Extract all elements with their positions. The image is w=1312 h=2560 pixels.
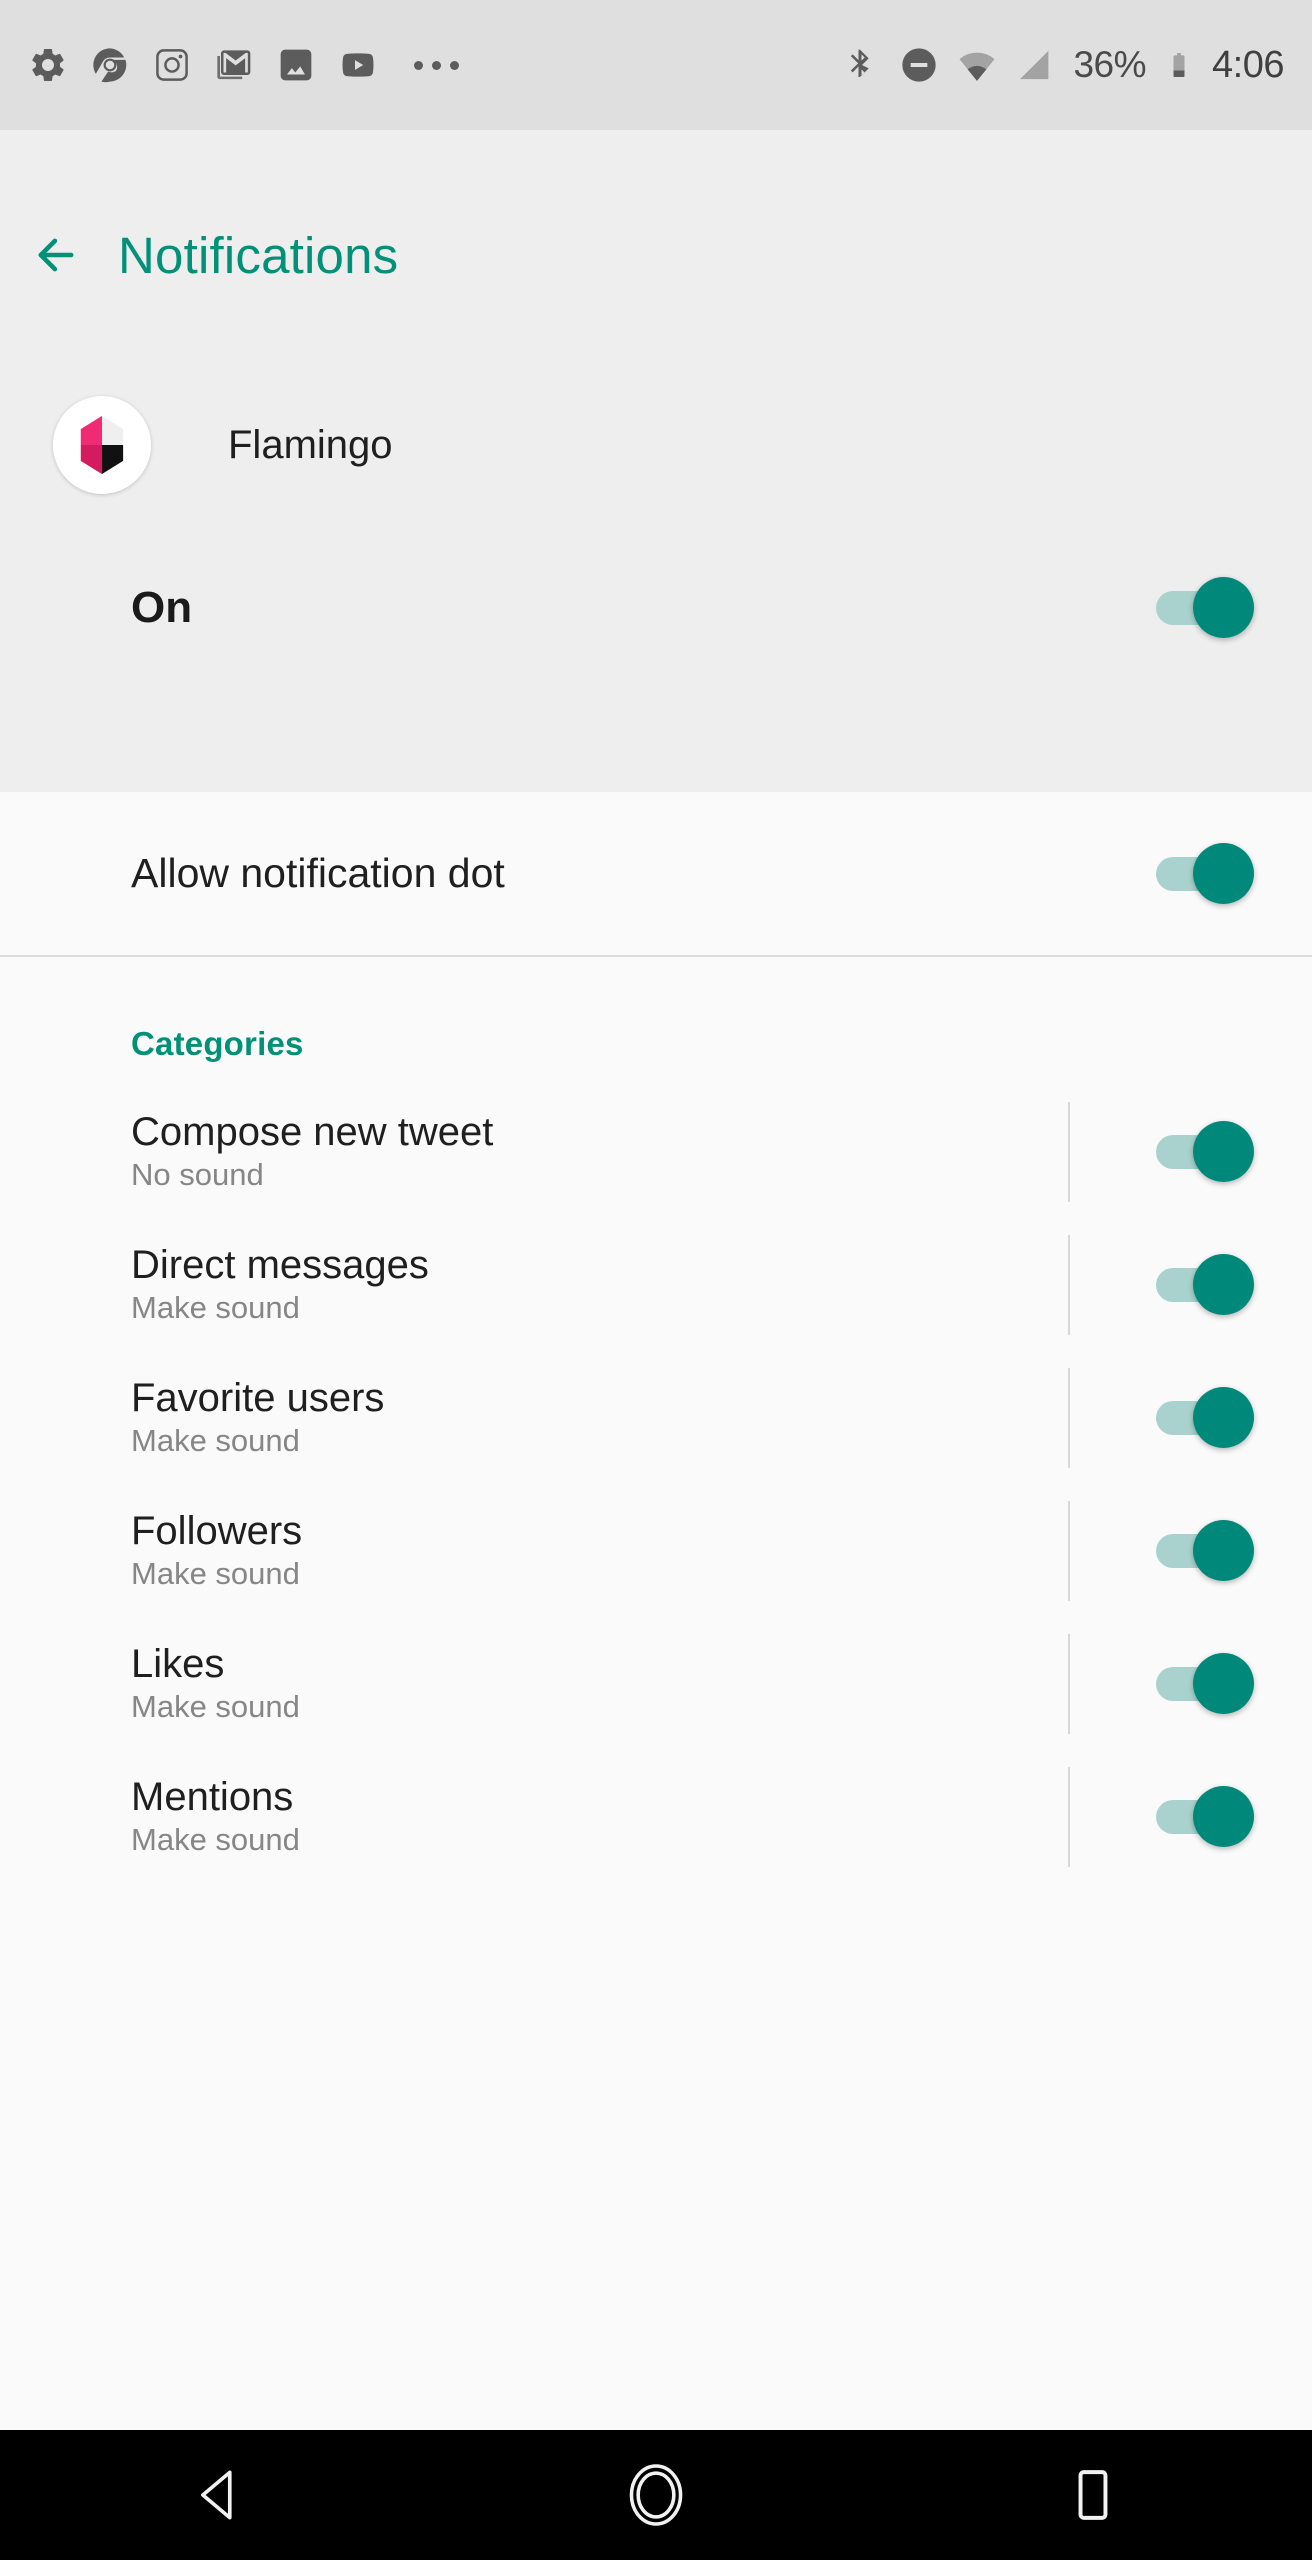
category-texts: Mentions Make sound (131, 1776, 300, 1857)
app-name-label: Flamingo (228, 422, 393, 467)
category-toggle-wrapper (1156, 1519, 1254, 1582)
category-toggle[interactable] (1156, 1386, 1254, 1449)
category-control-group (1068, 1085, 1312, 1218)
category-control-group (1068, 1218, 1312, 1351)
home-circle-icon (629, 2464, 683, 2526)
category-row-mentions[interactable]: Mentions Make sound (0, 1750, 1312, 1883)
flamingo-logo-glyph (80, 415, 124, 475)
categories-section-header: Categories (0, 957, 1312, 1085)
category-title: Compose new tweet (131, 1110, 494, 1155)
status-bar-system-icons: 36% 4:06 (841, 44, 1284, 87)
flamingo-app-icon (53, 396, 151, 494)
categories-header-label: Categories (131, 1025, 304, 1062)
photos-icon (280, 49, 312, 81)
app-identity-row: Flamingo (0, 370, 1312, 520)
instagram-icon (156, 49, 188, 81)
category-row-followers[interactable]: Followers Make sound (0, 1484, 1312, 1617)
master-toggle-label: On (131, 582, 193, 632)
status-bar-notification-icons (28, 45, 459, 85)
category-subtitle: Make sound (131, 1556, 300, 1592)
category-texts: Compose new tweet No sound (131, 1111, 493, 1192)
vertical-divider (1068, 1101, 1070, 1202)
home-nav-button[interactable] (437, 2430, 874, 2560)
battery-icon (1173, 53, 1185, 77)
category-row-favorite-users[interactable]: Favorite users Make sound (0, 1351, 1312, 1484)
vertical-divider (1068, 1766, 1070, 1867)
app-bar: Notifications (0, 200, 1312, 310)
status-bar: 36% 4:06 (0, 0, 1312, 130)
category-texts: Followers Make sound (131, 1510, 302, 1591)
back-nav-button[interactable] (0, 2430, 437, 2560)
category-row-direct-messages[interactable]: Direct messages Make sound (0, 1218, 1312, 1351)
category-row-likes[interactable]: Likes Make sound (0, 1617, 1312, 1750)
master-notification-toggle[interactable] (1156, 576, 1254, 639)
category-row-compose-new-tweet[interactable]: Compose new tweet No sound (0, 1085, 1312, 1218)
category-toggle[interactable] (1156, 1785, 1254, 1848)
category-toggle-wrapper (1156, 1120, 1254, 1183)
allow-notification-dot-row[interactable]: Allow notification dot (0, 792, 1312, 955)
category-toggle-wrapper (1156, 1652, 1254, 1715)
category-subtitle: No sound (131, 1157, 264, 1193)
bluetooth-icon (851, 49, 870, 77)
chrome-icon (93, 48, 127, 83)
cellular-signal-icon (1020, 50, 1049, 80)
category-control-group (1068, 1484, 1312, 1617)
category-control-group (1068, 1750, 1312, 1883)
category-subtitle: Make sound (131, 1423, 300, 1459)
vertical-divider (1068, 1500, 1070, 1601)
vertical-divider (1068, 1367, 1070, 1468)
more-notifications-icon[interactable] (414, 60, 459, 70)
master-notification-toggle-row[interactable]: On (0, 545, 1312, 670)
settings-gear-icon (32, 48, 64, 82)
toggle-thumb (1193, 1253, 1254, 1315)
category-control-group (1068, 1351, 1312, 1484)
wifi-icon (959, 52, 995, 81)
vertical-divider (1068, 1633, 1070, 1734)
vertical-divider (1068, 1234, 1070, 1335)
allow-notification-dot-toggle[interactable] (1156, 842, 1254, 905)
category-toggle[interactable] (1156, 1652, 1254, 1715)
youtube-icon (342, 53, 374, 77)
system-navigation-bar (0, 2430, 1312, 2560)
recents-nav-button[interactable] (875, 2430, 1312, 2560)
category-toggle-wrapper (1156, 1253, 1254, 1316)
toggle-thumb (1193, 1386, 1254, 1448)
toggle-thumb (1193, 1120, 1254, 1182)
category-subtitle: Make sound (131, 1822, 300, 1858)
gmail-icon (217, 50, 251, 80)
category-texts: Likes Make sound (131, 1643, 300, 1724)
category-toggle[interactable] (1156, 1519, 1254, 1582)
clock-label: 4:06 (1212, 43, 1284, 86)
category-texts: Direct messages Make sound (131, 1244, 429, 1325)
toggle-thumb (1193, 842, 1254, 904)
toggle-thumb (1193, 576, 1254, 638)
category-title: Mentions (131, 1775, 294, 1820)
category-title: Followers (131, 1509, 303, 1554)
category-toggle-wrapper (1156, 1386, 1254, 1449)
category-title: Favorite users (131, 1376, 385, 1421)
category-control-group (1068, 1617, 1312, 1750)
do-not-disturb-icon (902, 48, 937, 82)
battery-percent-label: 36% (1073, 44, 1147, 85)
android-notification-settings-screen: 36% 4:06 Notifications Flamingo On Allow… (0, 0, 1312, 2560)
back-button[interactable] (0, 200, 112, 310)
category-subtitle: Make sound (131, 1689, 300, 1725)
arrow-back-icon (38, 238, 74, 272)
recents-square-icon (1078, 2470, 1108, 2520)
category-toggle[interactable] (1156, 1253, 1254, 1316)
toggle-thumb (1193, 1785, 1254, 1847)
category-texts: Favorite users Make sound (131, 1377, 384, 1458)
toggle-thumb (1193, 1519, 1254, 1581)
category-subtitle: Make sound (131, 1290, 300, 1326)
category-title: Direct messages (131, 1243, 429, 1288)
settings-list: Allow notification dot Categories Compos… (0, 792, 1312, 2430)
toggle-thumb (1193, 1652, 1254, 1714)
back-triangle-icon (200, 2470, 232, 2520)
app-notification-header: Notifications Flamingo On (0, 130, 1312, 792)
category-toggle-wrapper (1156, 1785, 1254, 1848)
allow-notification-dot-label: Allow notification dot (131, 850, 505, 896)
page-title: Notifications (118, 226, 399, 284)
category-title: Likes (131, 1642, 225, 1687)
category-toggle[interactable] (1156, 1120, 1254, 1183)
